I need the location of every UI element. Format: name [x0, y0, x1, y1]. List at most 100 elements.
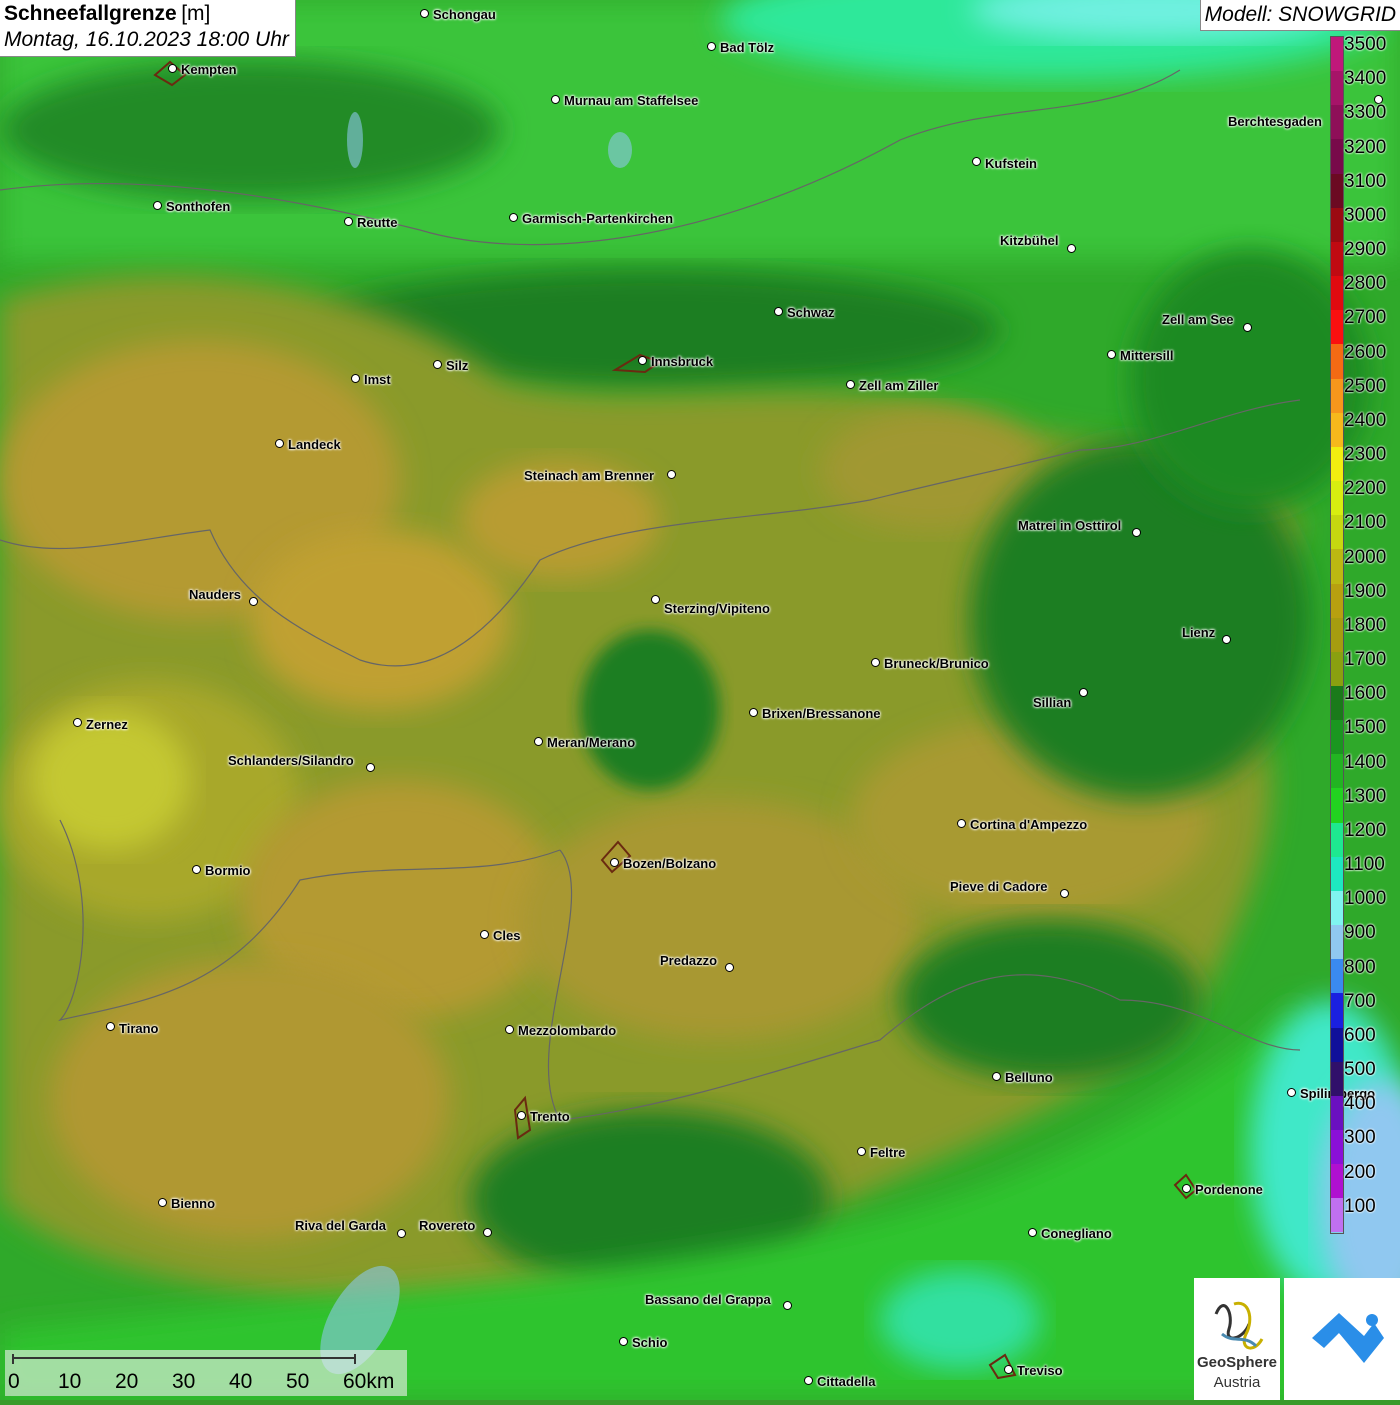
legend-color-swatch	[1331, 515, 1343, 550]
city-label: Schwaz	[787, 305, 835, 320]
legend-color-swatch	[1331, 378, 1343, 413]
legend-label: 1000	[1344, 888, 1387, 910]
legend-color-swatch	[1331, 1198, 1343, 1233]
city-marker	[397, 1229, 406, 1238]
scale-tick-label: 0	[8, 1370, 20, 1393]
city-marker	[505, 1025, 514, 1034]
city-marker	[480, 930, 489, 939]
scale-bar: 0 10 20 30 40 50 60km	[5, 1350, 407, 1396]
city-label: Cortina d'Ampezzo	[970, 817, 1088, 832]
scale-tick-label: 10	[58, 1370, 82, 1393]
map-title: Schneefallgrenze	[4, 2, 177, 25]
city-label: Feltre	[870, 1145, 906, 1160]
legend-color-swatch	[1331, 241, 1343, 277]
scale-tick-label: 50	[286, 1370, 310, 1393]
legend-label: 100	[1344, 1195, 1376, 1217]
city-label: Innsbruck	[651, 354, 714, 369]
city-marker	[192, 865, 201, 874]
geosphere-logo-icon	[1214, 1301, 1264, 1350]
map-title-box: Schneefallgrenze [m] Montag, 16.10.2023 …	[0, 0, 296, 57]
city-marker	[351, 374, 360, 383]
legend-color-swatch	[1331, 344, 1343, 379]
legend-label: 1700	[1344, 649, 1387, 671]
city-label: Kufstein	[985, 156, 1037, 171]
color-legend	[1330, 36, 1344, 1234]
city-marker	[871, 658, 880, 667]
city-label: Trento	[530, 1109, 570, 1124]
legend-label: 3400	[1344, 68, 1387, 90]
legend-color-swatch	[1331, 583, 1343, 618]
legend-label: 500	[1344, 1059, 1376, 1081]
legend-color-swatch	[1331, 446, 1343, 482]
legend-color-swatch	[1331, 71, 1343, 106]
city-marker	[857, 1147, 866, 1156]
city-marker	[1060, 889, 1069, 898]
legend-color-swatch	[1331, 276, 1343, 311]
legend-color-swatch	[1331, 1164, 1343, 1199]
city-marker	[1222, 635, 1231, 644]
city-label: Berchtesgaden	[1228, 114, 1322, 129]
legend-color-swatch	[1331, 993, 1343, 1028]
legend-label: 2000	[1344, 546, 1387, 568]
scale-tick-label: 30	[172, 1370, 196, 1393]
city-label: Mittersill	[1120, 348, 1174, 363]
legend-label: 2400	[1344, 409, 1387, 431]
partner-logo	[1284, 1278, 1400, 1400]
legend-label: 3200	[1344, 136, 1387, 158]
city-label: Kempten	[181, 62, 237, 77]
city-marker	[783, 1301, 792, 1310]
legend-label: 1500	[1344, 717, 1387, 739]
legend-color-swatch	[1331, 959, 1343, 994]
city-label: Zell am See	[1162, 312, 1234, 327]
city-marker	[534, 737, 543, 746]
city-marker	[667, 470, 676, 479]
geosphere-logo-line1: GeoSphere	[1196, 1354, 1278, 1371]
city-label: Sonthofen	[166, 199, 231, 214]
city-label: Pordenone	[1195, 1182, 1263, 1197]
city-label: Pieve di Cadore	[950, 879, 1048, 894]
city-label: Matrei in Osttirol	[1018, 518, 1122, 533]
city-label: Zernez	[86, 717, 128, 732]
city-label: Bruneck/Brunico	[884, 656, 989, 671]
legend-label: 800	[1344, 956, 1376, 978]
legend-color-swatch	[1331, 617, 1343, 652]
city-marker	[804, 1376, 813, 1385]
legend-color-swatch	[1331, 651, 1343, 686]
legend-color-swatch	[1331, 1027, 1343, 1062]
city-marker	[249, 597, 258, 606]
legend-label: 1900	[1344, 580, 1387, 602]
city-label: Bormio	[205, 863, 251, 878]
city-label: Schio	[632, 1335, 668, 1350]
legend-label: 3500	[1344, 34, 1387, 55]
legend-color-swatch	[1331, 1130, 1343, 1165]
city-label: Schongau	[433, 7, 496, 22]
legend-color-swatch	[1331, 105, 1343, 140]
city-marker	[1132, 528, 1141, 537]
city-marker	[275, 439, 284, 448]
city-label: Mezzolombardo	[518, 1023, 617, 1038]
city-marker	[1004, 1365, 1013, 1374]
legend-label: 1300	[1344, 785, 1387, 807]
city-label: Treviso	[1017, 1363, 1063, 1378]
legend-label: 1200	[1344, 819, 1387, 841]
city-marker	[1079, 688, 1088, 697]
model-label: Modell: SNOWGRID	[1199, 0, 1400, 31]
city-label: Rovereto	[419, 1218, 476, 1233]
city-label: Conegliano	[1041, 1226, 1112, 1241]
city-marker	[707, 42, 716, 51]
legend-color-swatch	[1331, 925, 1343, 960]
city-label: Bozen/Bolzano	[623, 856, 717, 871]
legend-label: 200	[1344, 1161, 1376, 1183]
legend-label: 900	[1344, 922, 1376, 944]
city-label: Imst	[364, 372, 391, 387]
city-marker	[992, 1072, 1001, 1081]
partner-logo-icon	[1312, 1313, 1384, 1363]
legend-label: 2700	[1344, 307, 1387, 329]
city-marker	[1243, 323, 1252, 332]
city-label: Murnau am Staffelsee	[564, 93, 699, 108]
legend-color-swatch	[1331, 856, 1343, 891]
city-marker	[106, 1022, 115, 1031]
city-marker	[749, 708, 758, 717]
legend-label: 1400	[1344, 751, 1387, 773]
city-marker	[168, 64, 177, 73]
